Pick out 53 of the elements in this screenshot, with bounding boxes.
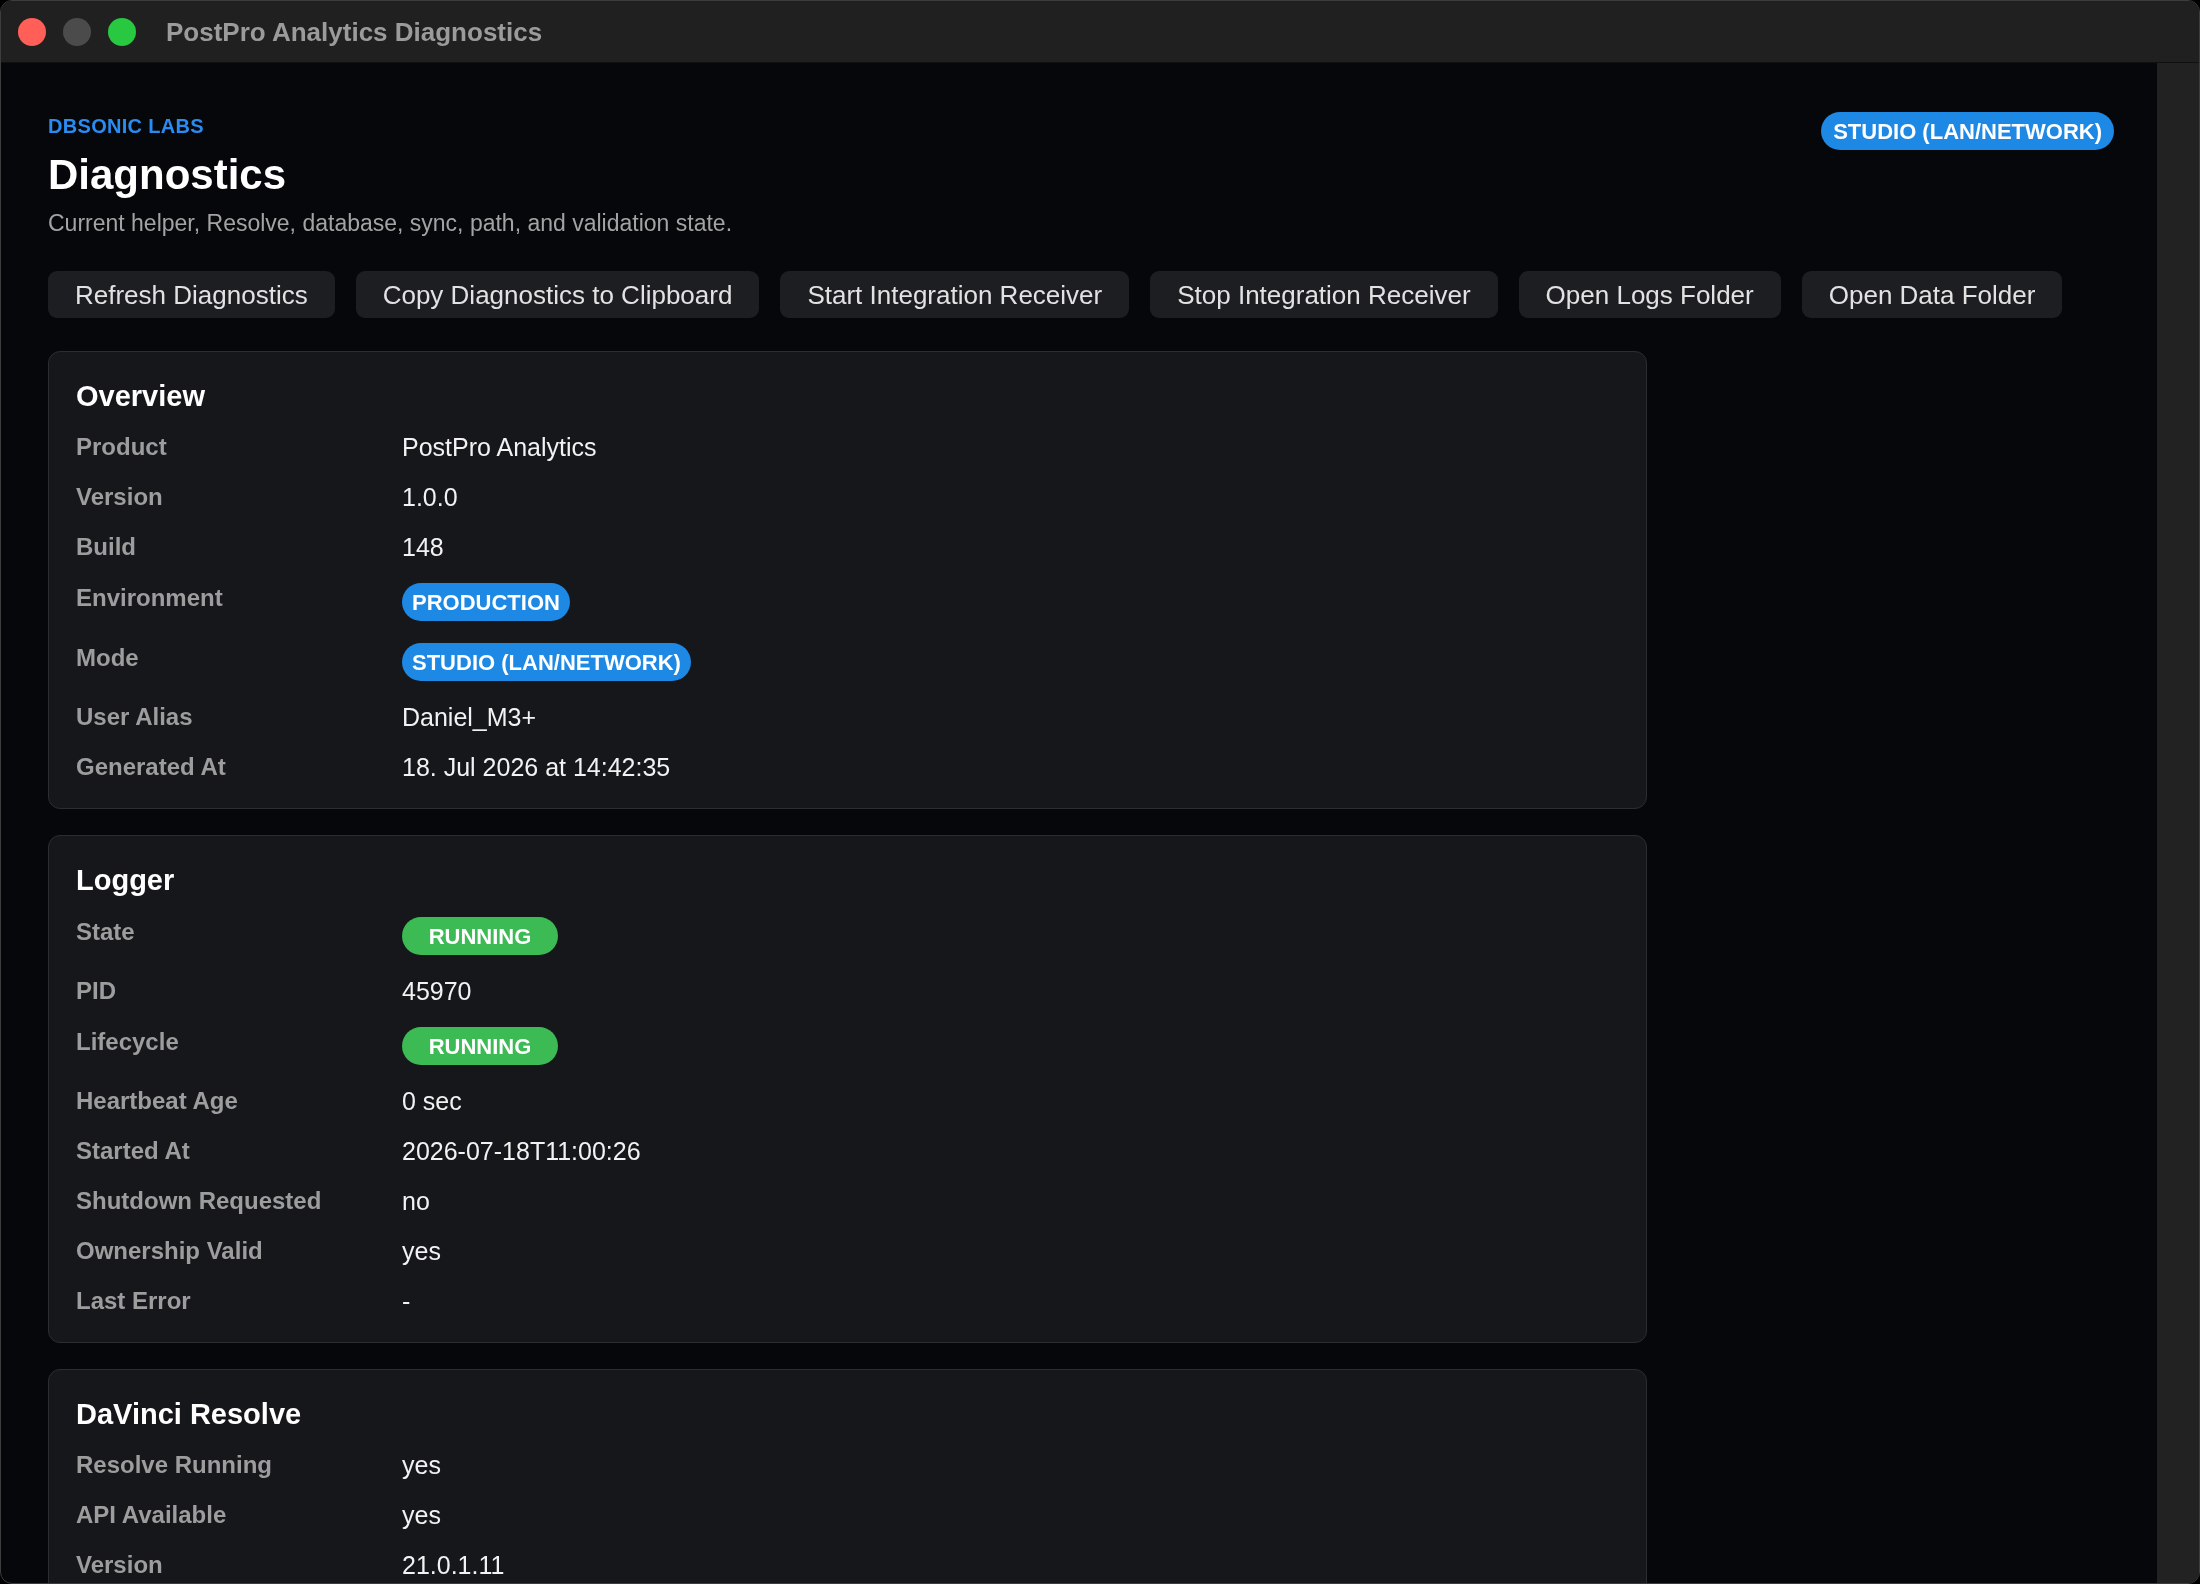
toolbar-button[interactable]: Start Integration Receiver xyxy=(780,271,1130,318)
field-value: no xyxy=(402,1186,430,1216)
field-label: Shutdown Requested xyxy=(76,1186,322,1216)
scrollbar-track[interactable] xyxy=(2157,63,2199,1583)
brand-label: DBSONIC LABS xyxy=(48,114,204,138)
status-badge: RUNNING xyxy=(402,1027,558,1065)
toolbar-button[interactable]: Open Data Folder xyxy=(1801,271,2063,318)
field-label: User Alias xyxy=(76,702,193,732)
field-value: 18. Jul 2026 at 14:42:35 xyxy=(402,752,671,782)
page-subtitle: Current helper, Resolve, database, sync, path, and validation state. xyxy=(48,209,733,238)
field-label: Resolve Running xyxy=(76,1450,273,1480)
window-zoom-icon[interactable] xyxy=(108,17,136,46)
toolbar-button[interactable]: Stop Integration Receiver xyxy=(1150,271,1498,318)
status-badge: PRODUCTION xyxy=(402,583,570,621)
section-title: DaVinci Resolve xyxy=(76,1397,302,1432)
toolbar-button[interactable]: Copy Diagnostics to Clipboard xyxy=(355,271,760,318)
field-label: Environment xyxy=(76,583,223,613)
field-value: yes xyxy=(402,1450,441,1480)
field-label: Last Error xyxy=(76,1286,191,1316)
section-title: Overview xyxy=(76,379,205,414)
status-badge: STUDIO (LAN/NETWORK) xyxy=(402,643,691,681)
field-label: Generated At xyxy=(76,752,226,782)
field-value: 148 xyxy=(402,532,444,562)
field-value: - xyxy=(402,1286,411,1316)
field-label: PID xyxy=(76,976,116,1006)
field-label: Product xyxy=(76,432,167,462)
field-label: Heartbeat Age xyxy=(76,1086,238,1116)
section-title: Logger xyxy=(76,863,175,898)
page-title: Diagnostics xyxy=(48,150,287,200)
field-value: 1.0.0 xyxy=(402,482,458,512)
window-title: PostPro Analytics Diagnostics xyxy=(166,15,543,48)
status-badge: RUNNING xyxy=(402,917,558,955)
window-close-icon[interactable] xyxy=(18,17,46,46)
field-label: Lifecycle xyxy=(76,1027,179,1057)
field-value: 0 sec xyxy=(402,1086,462,1116)
field-label: Started At xyxy=(76,1136,190,1166)
field-value: 2026-07-18T11:00:26 xyxy=(402,1136,641,1166)
toolbar-button[interactable]: Refresh Diagnostics xyxy=(48,271,335,318)
field-value: Daniel_M3+ xyxy=(402,702,537,732)
mode-badge: STUDIO (LAN/NETWORK) xyxy=(1821,112,2114,150)
field-value: PostPro Analytics xyxy=(402,432,597,462)
field-value: 21.0.1.11 xyxy=(402,1550,505,1580)
field-value: yes xyxy=(402,1500,441,1530)
field-value: yes xyxy=(402,1236,441,1266)
field-label: Build xyxy=(76,532,136,562)
field-label: Ownership Valid xyxy=(76,1236,263,1266)
field-label: Version xyxy=(76,482,163,512)
field-label: State xyxy=(76,917,135,947)
field-label: Mode xyxy=(76,643,139,673)
field-value: 45970 xyxy=(402,976,472,1006)
toolbar-button[interactable]: Open Logs Folder xyxy=(1518,271,1781,318)
field-label: Version xyxy=(76,1550,163,1580)
field-label: API Available xyxy=(76,1500,227,1530)
